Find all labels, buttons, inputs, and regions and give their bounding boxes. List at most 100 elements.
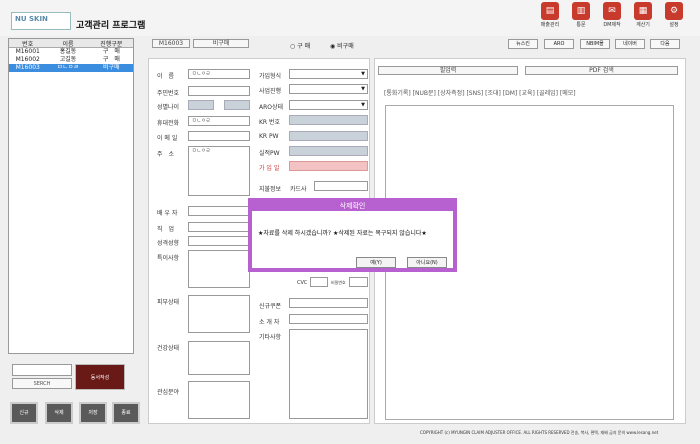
label-business: 사업진행 <box>259 88 282 95</box>
app-title: 고객관리 프로그램 <box>76 21 146 31</box>
aro-link[interactable]: ARO <box>544 39 574 49</box>
label-email: 이 메 일 <box>157 135 178 142</box>
radio-label: 구 매 <box>297 43 311 50</box>
kr-pw-field[interactable] <box>289 131 368 141</box>
label-join-type: 가입형식 <box>259 73 282 80</box>
label-site-pw: 실적PW <box>259 150 280 157</box>
daum-link[interactable]: 다음 <box>650 39 680 49</box>
row-status: 구 매 <box>102 56 120 63</box>
list-row-selected[interactable]: M16003 ㅁㄴㅇㄹ 비구매 <box>9 64 133 72</box>
tool-label: 매출관리 <box>540 22 560 28</box>
label-pin: 비밀번호 <box>331 280 346 285</box>
mail-icon: ✉ <box>603 2 621 20</box>
label-address: 주 소 <box>157 151 175 158</box>
interest-field[interactable] <box>188 381 250 419</box>
pin-field[interactable] <box>349 277 368 287</box>
calculator-icon: ▦ <box>634 2 652 20</box>
radio-nonpurchase[interactable]: ◉ 비구매 <box>330 41 354 50</box>
radio-purchase[interactable]: ○ 구 매 <box>290 41 310 50</box>
search-input[interactable] <box>12 364 72 376</box>
new-button[interactable]: 신규 <box>10 402 38 424</box>
row-id: M16001 <box>15 48 40 55</box>
referrer-field[interactable] <box>289 314 368 324</box>
pdf-search-button[interactable]: PDF 검색 <box>525 66 678 75</box>
tool-settings[interactable]: ⚙ 설정 <box>660 2 688 28</box>
skin-field[interactable] <box>188 295 250 333</box>
tool-label: DM제작 <box>603 22 621 28</box>
label-coupon: 신규쿠폰 <box>259 303 282 310</box>
label-age: 성별나이 <box>157 104 180 111</box>
label-interest: 관심분야 <box>157 389 180 396</box>
delete-confirm-dialog: 삭제확인 ★자료를 삭제 하시겠습니까? ★삭제된 자료는 복구되지 않습니다★… <box>248 198 457 272</box>
label-skin: 피부상태 <box>157 299 180 306</box>
label-cvc: CVC <box>297 280 308 286</box>
col-header: 번호 <box>22 41 34 48</box>
phone-field[interactable]: ㅁㄴㅇㄹ <box>188 116 250 126</box>
address-field[interactable]: ㅁㄴㅇㄹ <box>188 146 250 196</box>
special-field[interactable] <box>188 250 250 288</box>
tool-label: 설정 <box>669 22 679 28</box>
email-field[interactable] <box>188 131 250 141</box>
dialog-title: 삭제확인 <box>252 202 453 211</box>
label-kr-no: KR 번호 <box>259 119 281 126</box>
job-field[interactable] <box>188 222 250 232</box>
delete-button[interactable]: 삭제 <box>45 402 73 424</box>
naver-link[interactable]: 네이버 <box>615 39 645 49</box>
label-join-date: 가 입 일 <box>259 165 280 172</box>
label-health: 건강상태 <box>157 345 180 352</box>
row-id: M16003 <box>15 64 40 71</box>
row-name: ㅁㄴㅇㄹ <box>56 64 80 71</box>
label-referrer: 소 개 자 <box>259 319 280 326</box>
nuskin-link[interactable]: 뉴스킨 <box>508 39 538 49</box>
join-type-select[interactable] <box>289 69 368 79</box>
name-field[interactable]: ㅁㄴㅇㄹ <box>188 69 250 79</box>
label-card-company: 카드사 <box>290 186 307 193</box>
label-jumin: 주민번호 <box>157 90 180 97</box>
customer-list: 번호 이름 진행구분 M16001 홍길동 구 매 M16002 고길동 구 매 M16… <box>8 38 134 354</box>
tool-sales[interactable]: ▤ 매출관리 <box>536 2 564 28</box>
label-other: 기타사항 <box>259 334 282 341</box>
label-name: 이 름 <box>157 73 175 80</box>
spouse-field[interactable] <box>188 206 250 216</box>
document-icon: ▥ <box>572 2 590 20</box>
label-special: 특이사항 <box>157 255 180 262</box>
site-pw-field[interactable] <box>289 146 368 156</box>
coupon-field[interactable] <box>289 298 368 308</box>
other-field[interactable] <box>289 329 368 419</box>
tool-dm[interactable]: ✉ DM제작 <box>598 2 626 28</box>
gear-icon: ⚙ <box>665 2 683 20</box>
business-select[interactable] <box>289 84 368 94</box>
record-button[interactable]: 필업력 <box>378 66 518 75</box>
yes-button[interactable]: 예(Y) <box>356 257 396 268</box>
health-field[interactable] <box>188 341 250 375</box>
personality-field[interactable] <box>188 236 250 246</box>
action-button[interactable]: 동서작성 <box>75 364 125 390</box>
list-row[interactable]: M16001 홍길동 구 매 <box>9 48 133 56</box>
label-pay-info: 지불정보 <box>259 186 282 193</box>
card-company-field[interactable] <box>314 181 368 191</box>
join-date-field[interactable] <box>289 161 368 171</box>
row-name: 고길동 <box>59 56 77 63</box>
no-button[interactable]: 아니요(N) <box>407 257 447 268</box>
tool-calc[interactable]: ▦ 계산기 <box>629 2 657 28</box>
gender-field[interactable] <box>188 100 214 110</box>
col-header: 이름 <box>62 41 74 48</box>
chart-icon: ▤ <box>541 2 559 20</box>
label-personality: 성격성향 <box>157 240 180 247</box>
record-tabs[interactable]: [통화기록] [NUB문] [상자측정] [SNS] [조대] [DM] [교육… <box>384 88 576 97</box>
label-phone: 휴대전화 <box>157 120 180 127</box>
jumin-field[interactable] <box>188 86 250 96</box>
mall-link[interactable]: NBIM몰 <box>580 39 610 49</box>
tool-docs[interactable]: ▥ 통문 <box>567 2 595 28</box>
cvc-field[interactable] <box>310 277 328 287</box>
search-button[interactable]: SERCH <box>12 378 72 389</box>
row-id: M16002 <box>15 56 40 63</box>
copyright: COPYRIGHT (c) MYUNGIN CLAIM ADJUSTER OFF… <box>420 430 659 435</box>
age-field[interactable] <box>224 100 250 110</box>
exit-button[interactable]: 종료 <box>112 402 140 424</box>
list-row[interactable]: M16002 고길동 구 매 <box>9 56 133 64</box>
save-button[interactable]: 저장 <box>79 402 107 424</box>
aro-select[interactable] <box>289 100 368 110</box>
kr-no-field[interactable] <box>289 115 368 125</box>
list-header: 번호 이름 진행구분 <box>9 39 133 48</box>
